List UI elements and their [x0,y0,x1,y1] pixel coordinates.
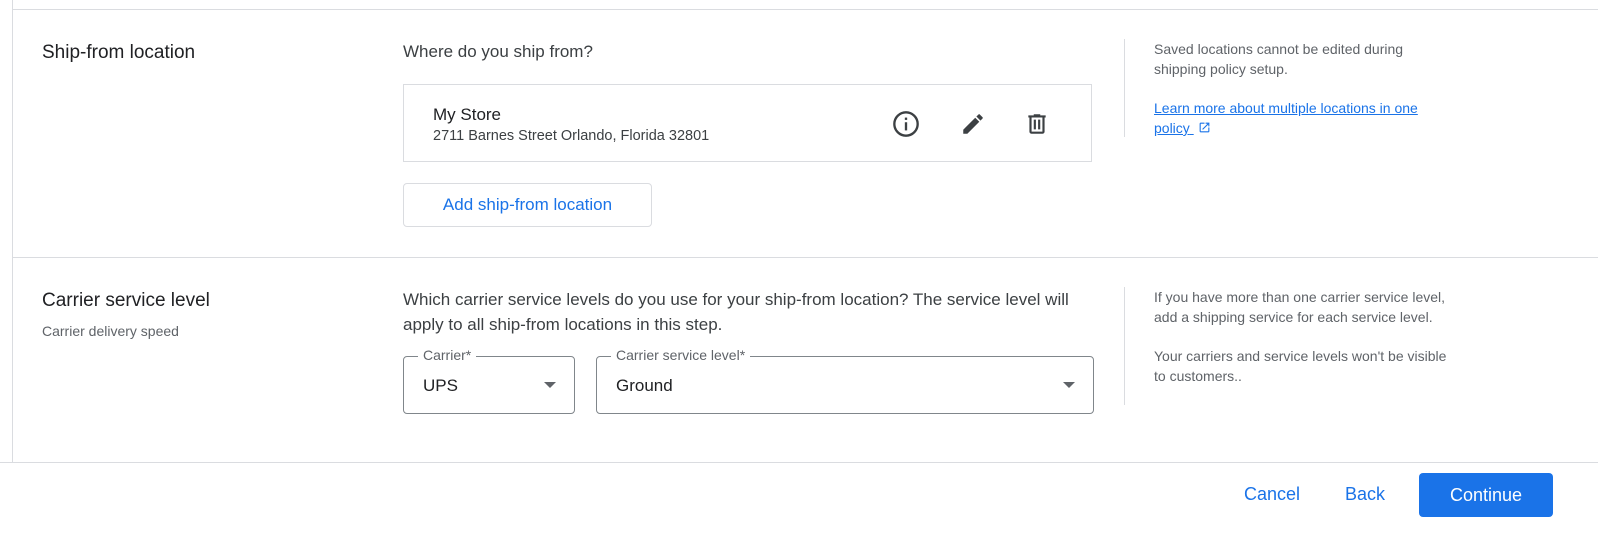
back-button[interactable]: Back [1345,484,1385,505]
carrier-subtitle: Carrier delivery speed [42,323,179,339]
top-divider [12,9,1598,10]
carrier-help-divider [1124,287,1125,405]
carrier-question: Which carrier service levels do you use … [403,290,1069,334]
learn-more-link[interactable]: Learn more about multiple locations in o… [1154,100,1418,136]
location-name: My Store [433,105,502,124]
learn-more-link-line2: policy [1154,120,1190,136]
carrier-select[interactable]: Carrier* UPS [403,347,575,414]
footer-divider [0,462,1598,463]
cancel-button[interactable]: Cancel [1244,484,1300,505]
info-icon[interactable] [888,106,924,142]
service-level-select-label: Carrier service level* [611,347,751,363]
carrier-select-label: Carrier* [418,347,477,363]
delete-icon[interactable] [1019,106,1055,142]
location-card: My Store 2711 Barnes Street Orlando, Flo… [403,84,1092,162]
open-in-new-icon [1198,119,1211,139]
section-divider [12,257,1598,258]
continue-button[interactable]: Continue [1419,473,1553,517]
carrier-title: Carrier service level [42,290,210,311]
carrier-service-level-select[interactable]: Carrier service level* Ground [596,347,1094,414]
add-ship-from-location-button[interactable]: Add ship-from location [403,183,652,227]
carrier-help-text-1: If you have more than one carrier servic… [1154,289,1446,325]
ship-from-help: Saved locations cannot be edited during … [1154,39,1454,139]
carrier-select-value: UPS [423,376,458,395]
location-address: 2711 Barnes Street Orlando, Florida 3280… [433,128,710,144]
service-level-select-value: Ground [616,376,673,395]
ship-from-question: Where do you ship from? [403,42,593,61]
left-border [12,0,13,462]
ship-from-help-divider [1124,39,1125,137]
saved-locations-note: Saved locations cannot be edited during … [1154,41,1404,77]
chevron-down-icon [544,382,556,388]
carrier-help-text-2: Your carriers and service levels won't b… [1154,348,1447,384]
edit-icon[interactable] [955,106,991,142]
learn-more-link-line1: Learn more about multiple locations in o… [1154,100,1418,116]
ship-from-title: Ship-from location [42,42,196,63]
chevron-down-icon [1063,382,1075,388]
carrier-help: If you have more than one carrier servic… [1154,287,1454,386]
